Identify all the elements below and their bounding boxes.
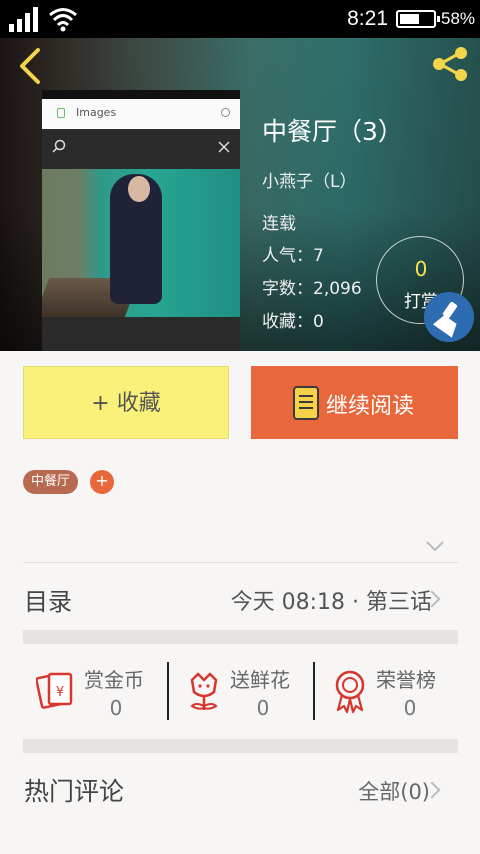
section-separator — [23, 630, 458, 644]
favorite-button[interactable]: + 收藏 — [23, 366, 229, 439]
toc-label: 目录 — [24, 588, 72, 616]
red-envelope-icon: ¥ — [36, 672, 73, 709]
reward-count: 0 — [414, 257, 428, 281]
popularity-stat: 人气：7 — [262, 246, 324, 266]
tag-chip[interactable]: 中餐厅 — [23, 470, 79, 494]
give-coins-button[interactable]: ¥ 赏金币 0 — [36, 660, 166, 724]
honor-roll-count: 0 — [403, 696, 417, 720]
table-of-contents-row[interactable]: 目录 今天 08:18 · 第三话 — [0, 564, 480, 630]
add-tag-button[interactable]: + — [90, 470, 114, 494]
book-title: 中餐厅（3） — [262, 117, 403, 146]
cover-address-bar: Images — [42, 99, 240, 129]
book-author[interactable]: 小燕子（L） — [262, 167, 356, 192]
continue-reading-label: 继续阅读 — [326, 394, 415, 419]
divider — [167, 662, 169, 720]
lock-icon — [57, 108, 65, 118]
divider — [313, 662, 315, 720]
close-icon — [218, 141, 230, 153]
status-bar: 8:21 58% — [0, 0, 480, 38]
honor-roll-label: 荣誉榜 — [376, 668, 436, 692]
back-button[interactable] — [12, 44, 48, 88]
signal-icon — [9, 7, 38, 32]
wifi-icon — [49, 8, 77, 32]
battery-icon — [396, 10, 440, 28]
share-button[interactable] — [428, 44, 472, 84]
all-comments-link[interactable]: 全部(0) — [358, 776, 430, 806]
word-count-stat: 字数：2,096 — [262, 279, 362, 299]
section-separator — [23, 739, 458, 753]
book-status: 连载 — [262, 214, 296, 234]
flower-icon — [190, 672, 218, 710]
honor-roll-button[interactable]: 荣誉榜 0 — [330, 660, 450, 724]
favorites-stat: 收藏：0 — [262, 312, 324, 332]
divider — [23, 562, 458, 563]
give-coins-label: 赏金币 — [84, 668, 144, 692]
send-flowers-button[interactable]: 送鲜花 0 — [184, 660, 312, 724]
send-flowers-count: 0 — [256, 696, 270, 720]
book-cover-image: Images — [42, 90, 240, 351]
hot-comments-label: 热门评论 — [24, 777, 125, 806]
latest-update: 今天 08:18 · 第三话 — [230, 590, 432, 615]
hot-comments-row[interactable]: 热门评论 全部(0) — [0, 752, 480, 824]
battery-percentage: 58% — [441, 9, 476, 28]
clock: 8:21 — [347, 7, 388, 30]
give-coins-count: 0 — [109, 696, 123, 720]
send-flowers-label: 送鲜花 — [230, 668, 290, 692]
continue-reading-button[interactable]: 继续阅读 — [251, 366, 458, 439]
broom-icon[interactable] — [424, 292, 474, 342]
chevron-down-icon[interactable] — [424, 538, 446, 554]
medal-icon — [335, 670, 365, 714]
refresh-icon — [221, 108, 230, 117]
search-icon — [52, 139, 66, 153]
svg-text:¥: ¥ — [56, 685, 64, 700]
book-icon — [293, 386, 319, 420]
